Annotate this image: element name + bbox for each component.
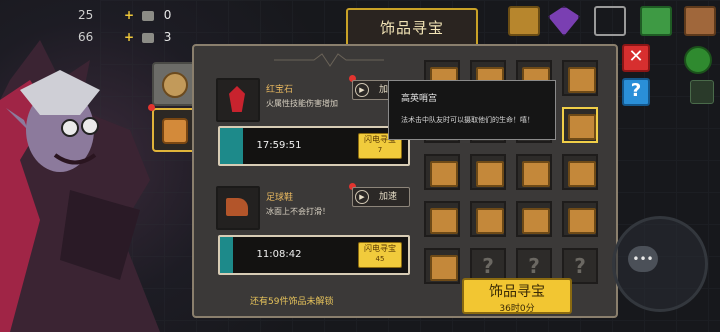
trinket-slot[interactable] xyxy=(516,201,552,237)
plus-icon: + xyxy=(124,8,135,22)
crate-icon xyxy=(141,10,154,21)
flash-count: 45 xyxy=(375,255,385,263)
item-2-speed-button[interactable]: ▶ 加速 xyxy=(352,187,410,207)
treasure-chest-icon[interactable] xyxy=(508,6,540,36)
shop-cart-icon[interactable] xyxy=(594,6,626,36)
page-title: 饰品寻宝 xyxy=(346,8,478,48)
trinket-slot[interactable] xyxy=(424,248,460,284)
trinket-scroll-icon xyxy=(476,161,504,187)
help-button[interactable]: ? xyxy=(622,78,650,106)
trinket-slot[interactable] xyxy=(470,154,506,190)
hud-number-2: 66 xyxy=(78,30,94,44)
flash-count: 7 xyxy=(377,146,383,154)
trinket-slot[interactable] xyxy=(562,107,598,143)
plus-icon: + xyxy=(124,30,135,44)
joystick[interactable] xyxy=(612,216,708,312)
football-boot-item-icon xyxy=(216,186,260,230)
play-icon: ▶ xyxy=(355,190,369,204)
treasure-hunt-button[interactable]: 饰品寻宝 36时0分 xyxy=(462,278,572,314)
settings-gear-icon[interactable] xyxy=(684,46,712,74)
trinket-slot[interactable] xyxy=(562,154,598,190)
trinket-scroll-icon xyxy=(430,208,458,234)
map-icon[interactable] xyxy=(690,80,714,104)
pouch-icon xyxy=(162,72,188,98)
ruby-item-icon xyxy=(216,78,260,122)
chat-icon[interactable]: ••• xyxy=(628,246,658,272)
trinket-scroll-icon xyxy=(568,208,596,234)
trinket-scroll-icon xyxy=(430,161,458,187)
unlock-status-text: 还有59件饰品未解锁 xyxy=(250,297,334,307)
item-2-timer-text: 11:08:42 xyxy=(256,249,302,260)
trinket-scroll-icon xyxy=(476,208,504,234)
hud-resource-row-2: + 3 xyxy=(124,30,171,44)
trinket-scroll-icon xyxy=(568,114,596,140)
item-1-desc: 火属性技能伤害增加 xyxy=(266,99,338,108)
item-2-flash-button[interactable]: 闪电寻宝 45 xyxy=(358,242,402,268)
trinket-scroll-icon xyxy=(522,208,550,234)
panel-ornament xyxy=(274,53,384,67)
hud-number-1: 25 xyxy=(78,8,94,22)
trinket-scroll-icon xyxy=(568,67,596,93)
tooltip-title: 高英哨宫 xyxy=(401,94,438,104)
speed-label: 加速 xyxy=(378,192,397,202)
notification-dot xyxy=(148,104,155,111)
tab-trinket-category[interactable] xyxy=(152,108,196,152)
trinket-slot[interactable] xyxy=(516,154,552,190)
item-1-timer-text: 17:59:51 xyxy=(256,140,302,151)
treasure-hunt-time: 36时0分 xyxy=(499,304,535,314)
tooltip-description: 法术击中队友时可以摄取他们的生命！嘻！ xyxy=(401,116,534,124)
play-icon: ▶ xyxy=(355,83,369,97)
trinket-slot[interactable] xyxy=(424,154,460,190)
trinket-scroll-icon xyxy=(568,161,596,187)
trinket-scroll-icon xyxy=(522,161,550,187)
menu-list-icon[interactable] xyxy=(640,6,672,36)
trinket-slot[interactable] xyxy=(424,201,460,237)
locked-question-icon: ? xyxy=(482,254,494,278)
trinket-slot[interactable] xyxy=(562,201,598,237)
crate-icon xyxy=(141,32,154,43)
trinket-tooltip: 高英哨宫 法术击中队友时可以摄取他们的生命！嘻！ xyxy=(388,80,556,140)
item-2-name: 足球鞋 xyxy=(266,193,294,203)
item-1-name: 红宝石 xyxy=(266,85,294,95)
trinket-icon xyxy=(162,118,188,144)
resource-1-value: 0 xyxy=(163,8,172,22)
tab-bag-category[interactable] xyxy=(152,62,196,106)
item-2-desc: 冰面上不会打滑！ xyxy=(266,207,330,216)
hud-resource-row-1: + 0 xyxy=(124,8,171,22)
trinket-slot[interactable] xyxy=(470,201,506,237)
treasure-hunt-label: 饰品寻宝 xyxy=(489,284,545,300)
trinket-slot[interactable] xyxy=(562,60,598,96)
locked-question-icon: ? xyxy=(574,254,586,278)
trinket-scroll-icon xyxy=(430,255,458,281)
locked-question-icon: ? xyxy=(528,254,540,278)
flash-label: 闪电寻宝 xyxy=(364,244,396,253)
close-button[interactable]: ✕ xyxy=(622,44,650,72)
resource-2-value: 3 xyxy=(163,30,172,44)
quest-book-icon[interactable] xyxy=(684,6,716,36)
